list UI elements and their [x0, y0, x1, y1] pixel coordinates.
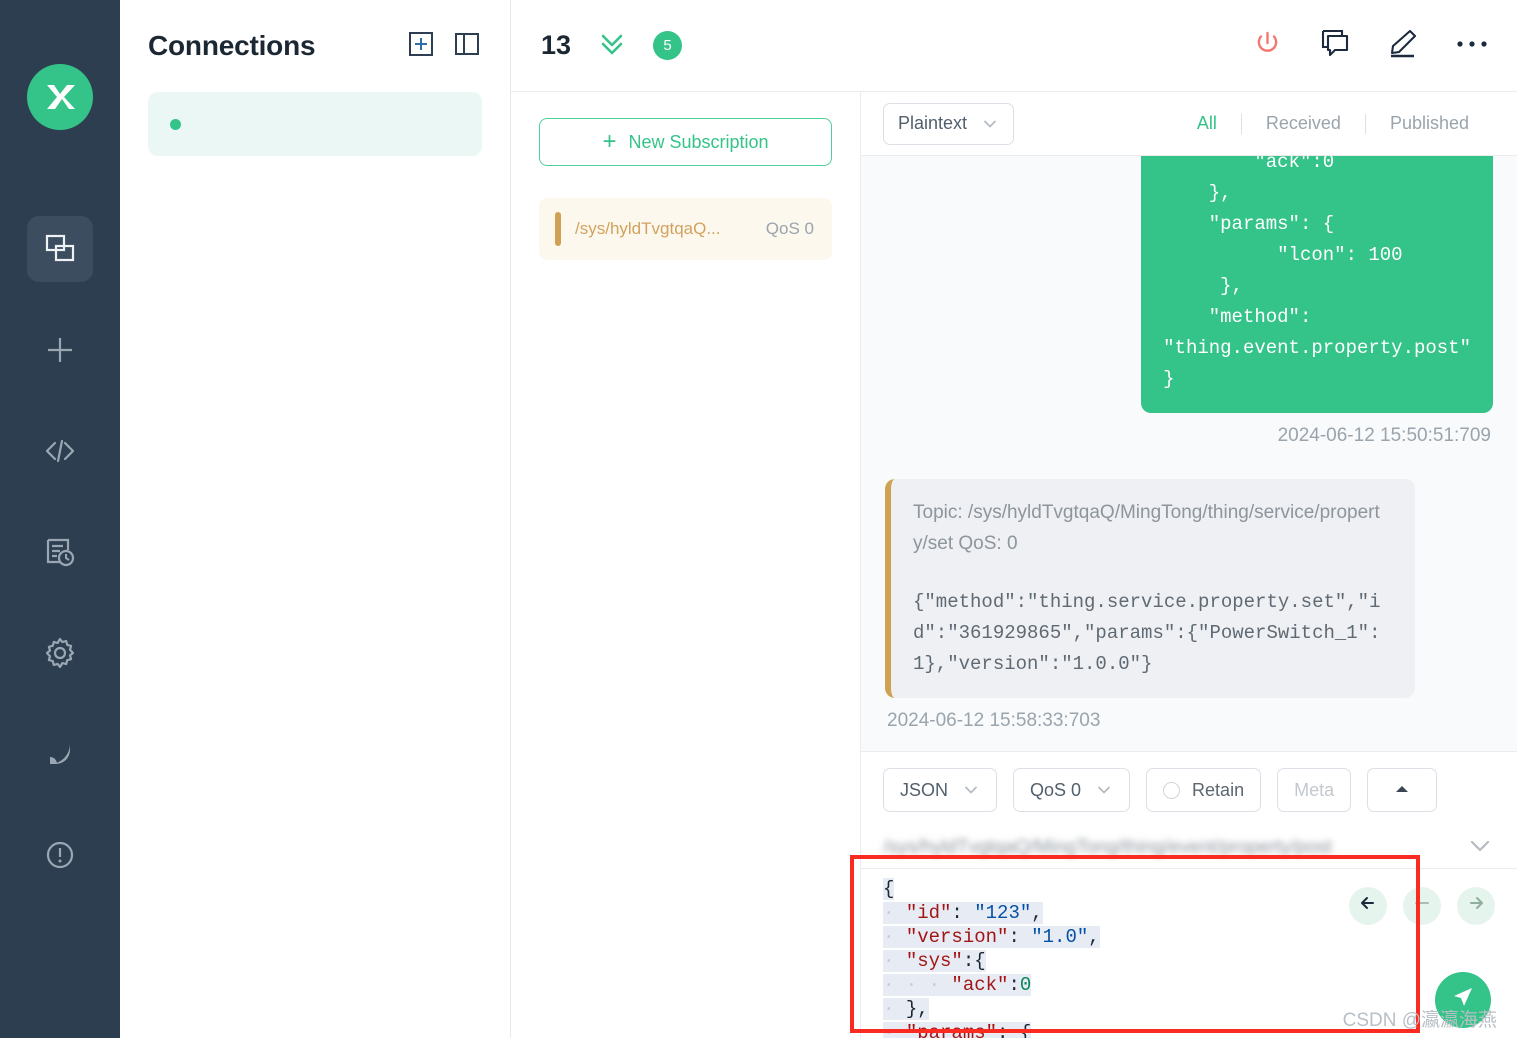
- plus-icon: +: [602, 128, 617, 155]
- editor-nav-buttons: [1349, 887, 1495, 925]
- chevron-up-icon: [1393, 780, 1411, 801]
- plus-icon: [43, 333, 77, 367]
- publish-panel: JSON QoS 0 Retain Meta /sys/hyldTvgtqaQ/…: [861, 751, 1517, 1038]
- message-bubble: Topic: /sys/hyldTvgtqaQ/MingTong/thing/s…: [885, 479, 1415, 698]
- sidebar-item-log[interactable]: [27, 519, 93, 585]
- message-payload: {"method":"thing.service.property.set","…: [913, 591, 1381, 675]
- list-item[interactable]: /sys/hyldTvgtqaQ... QoS 0: [539, 198, 832, 260]
- publish-topic-row: /sys/hyldTvgtqaQ/MingTong/thing/event/pr…: [861, 828, 1517, 868]
- editor-back-button[interactable]: [1349, 887, 1387, 925]
- ellipsis-icon: [1455, 37, 1489, 55]
- message-payload: "sys":{ "ack":0 }, "params": { "lcon": 1…: [1141, 156, 1493, 413]
- message-count: 13: [541, 30, 572, 60]
- code-line: · "sys":{: [883, 950, 986, 972]
- publish-format-value: JSON: [900, 779, 949, 800]
- disconnect-button[interactable]: [1252, 28, 1283, 64]
- meta-label: Meta: [1294, 779, 1335, 800]
- minus-icon: [1412, 893, 1432, 920]
- payload-format-value: Plaintext: [898, 113, 968, 133]
- status-badge: [170, 118, 181, 130]
- unread-badge: 5: [653, 31, 683, 60]
- collapse-publish-button[interactable]: [1367, 768, 1438, 812]
- sidebar-item-settings[interactable]: [27, 620, 93, 686]
- messages-toolbar: Plaintext All Received Published: [861, 92, 1517, 156]
- code-line: · "version": "1.0",: [883, 926, 1100, 948]
- main-body: + New Subscription /sys/hyldTvgtqaQ... Q…: [511, 92, 1517, 1038]
- mqttx-logo: [27, 64, 93, 130]
- add-connection-button[interactable]: [408, 31, 434, 62]
- message-timestamp: 2024-06-12 15:50:51:709: [1277, 425, 1491, 446]
- activity-rail: [0, 0, 120, 1038]
- pencil-icon: [1387, 28, 1419, 63]
- publish-topic-input[interactable]: /sys/hyldTvgtqaQ/MingTong/thing/event/pr…: [883, 837, 1449, 859]
- sidebar-item-broadcast[interactable]: [27, 721, 93, 787]
- radio-icon: [1163, 781, 1181, 799]
- code-icon: [43, 434, 77, 468]
- topic-history-button[interactable]: [1467, 836, 1493, 861]
- new-subscription-button[interactable]: + New Subscription: [539, 118, 832, 166]
- message-timestamp: 2024-06-12 15:58:33:703: [887, 710, 1101, 731]
- chevron-down-icon: [981, 115, 999, 133]
- watermark: CSDN @瀛瀛海燕: [1342, 1010, 1497, 1031]
- layers-icon: [43, 232, 77, 266]
- chevron-down-icon: [962, 781, 980, 799]
- mqttx-window: Connections 13 5 + New Subscription /sys…: [0, 0, 1517, 1038]
- publish-format-select[interactable]: JSON: [883, 768, 998, 812]
- subscriptions-panel: + New Subscription /sys/hyldTvgtqaQ... Q…: [511, 92, 861, 1038]
- arrow-left-icon: [1358, 893, 1378, 920]
- list-item[interactable]: [148, 92, 482, 156]
- subscription-qos: QoS 0: [765, 219, 814, 238]
- message-meta: Topic: /sys/hyldTvgtqaQ/MingTong/thing/s…: [913, 502, 1380, 554]
- edit-button[interactable]: [1387, 28, 1419, 63]
- plus-box-icon: [408, 31, 434, 62]
- sidebar-item-scripts[interactable]: [27, 418, 93, 484]
- scroll-to-bottom-button[interactable]: [597, 28, 627, 63]
- rss-icon: [43, 737, 77, 771]
- arrow-right-icon: [1466, 893, 1486, 920]
- rail-item-list: [0, 216, 120, 923]
- message-item-received: Topic: /sys/hyldTvgtqaQ/MingTong/thing/s…: [885, 447, 1493, 732]
- messages-button[interactable]: [1319, 28, 1351, 63]
- meta-button[interactable]: Meta: [1277, 768, 1352, 812]
- subscription-topic: /sys/hyldTvgtqaQ...: [575, 219, 721, 238]
- tab-all[interactable]: All: [1173, 113, 1241, 134]
- chevron-down-icon: [1095, 781, 1113, 799]
- subscription-color-bar: [555, 212, 561, 246]
- tab-received[interactable]: Received: [1242, 113, 1365, 134]
- main-area: 13 5 + New Subscription /sys/hyldTvgtqaQ…: [511, 0, 1517, 1038]
- messages-panel: Plaintext All Received Published "ack":0…: [861, 92, 1517, 1038]
- editor-minus-button[interactable]: [1403, 887, 1441, 925]
- connection-list: [120, 92, 510, 156]
- message-item-published: "sys":{ "ack":0 }, "params": { "lcon": 1…: [885, 156, 1493, 447]
- retain-label: Retain: [1192, 779, 1245, 800]
- sidebar-item-new-connection[interactable]: [27, 317, 93, 383]
- log-icon: [43, 535, 77, 569]
- message-filter-tabs: All Received Published: [1173, 113, 1493, 134]
- connection-toolbar: 13 5: [511, 0, 1517, 92]
- code-line: · · · "ack":0: [883, 974, 1032, 996]
- tab-published[interactable]: Published: [1366, 113, 1493, 134]
- payload-format-select[interactable]: Plaintext: [883, 102, 1015, 145]
- double-chevron-down-icon: [597, 28, 627, 63]
- toggle-panel-button[interactable]: [454, 31, 480, 62]
- publish-qos-select[interactable]: QoS 0: [1013, 768, 1131, 812]
- connections-header: Connections: [120, 0, 510, 92]
- retain-toggle[interactable]: Retain: [1146, 768, 1262, 812]
- new-subscription-label: New Subscription: [628, 131, 769, 152]
- more-button[interactable]: [1455, 37, 1489, 55]
- chevron-down-icon: [1467, 836, 1493, 861]
- panel-toggle-icon: [454, 31, 480, 62]
- message-list[interactable]: "sys":{ "ack":0 }, "params": { "lcon": 1…: [861, 156, 1517, 751]
- sidebar-item-connections[interactable]: [27, 216, 93, 282]
- sidebar-item-about[interactable]: [27, 822, 93, 888]
- gear-icon: [43, 636, 77, 670]
- info-icon: [43, 838, 77, 872]
- publish-options: JSON QoS 0 Retain Meta: [861, 752, 1517, 828]
- page-title: Connections: [148, 30, 316, 61]
- publish-qos-value: QoS 0: [1030, 779, 1082, 800]
- connections-panel: Connections: [120, 0, 511, 1038]
- editor-forward-button[interactable]: [1457, 887, 1495, 925]
- chat-icon: [1319, 28, 1351, 63]
- power-icon: [1252, 28, 1283, 64]
